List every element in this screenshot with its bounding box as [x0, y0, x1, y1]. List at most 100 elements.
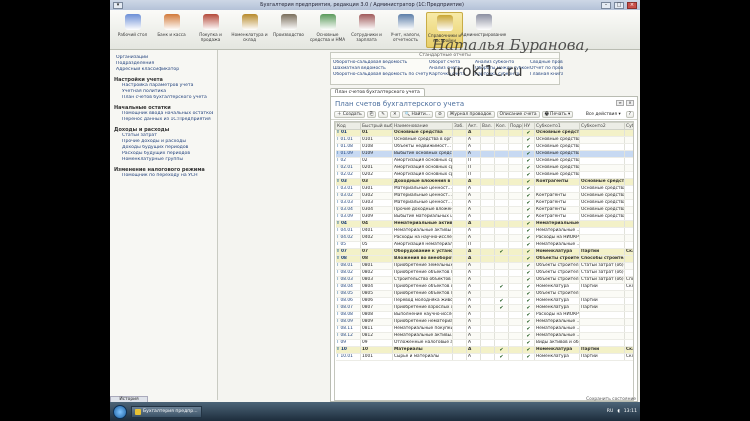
- tax-accounting-cell-check-icon: ✔: [522, 157, 535, 165]
- table-row[interactable]: T 04 04 Нематериальные активы А ✔ Нематериаль…: [335, 220, 633, 228]
- table-row[interactable]: T 08.01 0801 Приобретение земельных ... А ✔ О…: [335, 262, 633, 270]
- account-code-text: 04.02: [340, 235, 353, 240]
- delete-icon[interactable]: ✕: [389, 111, 400, 118]
- column-header[interactable]: Субконто1: [534, 122, 580, 130]
- table-row[interactable]: T 08.12 0812 Нематериальные активы... А ✔ Нем…: [335, 332, 633, 340]
- table-row[interactable]: T 1010МатериалыА✔✔НоменклатураПартииСкла…: [335, 346, 633, 354]
- all-actions-button[interactable]: Все действия ▾: [583, 111, 624, 118]
- table-row[interactable]: T 01 01 Основные средства А ✔ Основные средст…: [335, 129, 633, 137]
- section-button[interactable]: Банк и касса: [153, 12, 190, 48]
- section-icon: [280, 14, 297, 30]
- table-row[interactable]: T 03.03 0303 Материальные ценност... А ✔ Конт…: [335, 199, 633, 207]
- table-row[interactable]: T 03.040304Прочие доходные вложени... А ✔К…: [335, 206, 633, 214]
- section-button[interactable]: Учет, налоги, отчетность: [387, 12, 424, 48]
- table-row[interactable]: T 10.01 1001 Сырье и материалы А ✔ ✔ Номенклат…: [335, 353, 633, 361]
- table-row[interactable]: T 04.02 0402 Расходы на научно-иссле... А ✔ Р…: [335, 234, 633, 242]
- table-row[interactable]: T 01.01 0101 Основные средства в орг... А ✔ О…: [335, 136, 633, 144]
- column-header[interactable]: Вал.: [480, 122, 495, 130]
- column-header[interactable]: Субконто3: [624, 122, 633, 130]
- journal-button[interactable]: Журнал проводок: [446, 111, 495, 118]
- table-row[interactable]: T 0505Амортизация нематериальн...П✔Немат…: [335, 241, 633, 249]
- minimize-icon[interactable]: –: [601, 1, 611, 9]
- tab-chart-of-accounts[interactable]: План счетов бухгалтерского учета: [330, 88, 425, 96]
- nav-link[interactable]: План счетов бухгалтерского учета: [114, 95, 213, 101]
- section-button[interactable]: Номенклатура и склад: [231, 12, 268, 48]
- cancel-search-icon[interactable]: ⊘: [434, 111, 445, 118]
- tax-accounting-cell-check-icon: ✔: [522, 346, 535, 354]
- column-header[interactable]: Кол.: [494, 122, 509, 130]
- table-row[interactable]: T 08.03 0803 Строительство объектов ... А ✔ О…: [335, 276, 633, 284]
- table-row[interactable]: T 08.05 0805 Приобретение объектов п... А ✔ О…: [335, 290, 633, 298]
- report-link[interactable]: Оборотно-сальдовая ведомость по счету: [333, 72, 429, 78]
- volume-icon[interactable]: ◖: [617, 409, 619, 414]
- nav-link[interactable]: Адресный классификатор: [114, 67, 213, 73]
- column-header[interactable]: Наименование: [392, 122, 453, 130]
- tax-accounting-cell-check-icon: ✔: [522, 220, 535, 228]
- table-row[interactable]: T 02.01 0201 Амортизация основных ср... П ✔ О…: [335, 164, 633, 172]
- quantity-cell: [494, 332, 509, 340]
- print-button[interactable]: 🖶 Печать ▾: [541, 111, 574, 118]
- account-name: Выбытие материальных ц...: [392, 213, 453, 221]
- app-menu-icon[interactable]: ▾: [113, 1, 123, 9]
- start-button[interactable]: [113, 404, 127, 419]
- quick-select: 0201: [360, 164, 393, 172]
- section-button[interactable]: Рабочий стол: [114, 12, 151, 48]
- section-button[interactable]: Основные средства и НМА: [309, 12, 346, 48]
- table-row[interactable]: T 08.060806Перевод молодняка живот... А ✔ ✔…: [335, 297, 633, 305]
- table-row[interactable]: T 04.01 0401 Нематериальные активы А ✔ Немате…: [335, 227, 633, 235]
- taskbar-item-1c[interactable]: Бухгалтерия предпр...: [131, 405, 202, 418]
- edit-icon[interactable]: ✎: [378, 111, 388, 118]
- table-row[interactable]: T 08.08 0808 Выполнение научно-иссле... А ✔ Р…: [335, 311, 633, 319]
- link-icon[interactable]: ∞: [616, 100, 624, 106]
- table-row[interactable]: T 08.11 0811 Нематериальные покупки... А ✔ Не…: [335, 325, 633, 333]
- table-row[interactable]: T 09 09 Отложенные налоговые а... А ✔ Виды ак…: [335, 339, 633, 347]
- off-balance-cell: [452, 178, 467, 186]
- account-type: А: [466, 339, 481, 347]
- table-row[interactable]: T 0808Вложения во внеоборотн...А✔Объекты…: [335, 255, 633, 263]
- column-header[interactable]: Код: [335, 122, 361, 130]
- table-row[interactable]: T 01.09 0109 Выбытие основных средст... А ✔ О…: [335, 150, 633, 158]
- table-row[interactable]: T 03.09 0309 Выбытие материальных ц... А ✔ Ко…: [335, 213, 633, 221]
- table-row[interactable]: T 03.01 0301 Материальные ценност... А ✔ Осно…: [335, 185, 633, 193]
- subdivision-cell: [508, 283, 523, 291]
- table-row[interactable]: T 01.08 0108 Объекты недвижимост... А ✔ Основ…: [335, 143, 633, 151]
- maximize-icon[interactable]: □: [614, 1, 624, 9]
- form-close-icon[interactable]: ×: [626, 100, 634, 106]
- subdivision-cell: [508, 227, 523, 235]
- nav-link[interactable]: Номенклатурные группы: [114, 157, 213, 163]
- table-row[interactable]: T 08.04 0804 Приобретение объектов о... А ✔ ✔…: [335, 283, 634, 291]
- standard-reports-list: Оборотно-сальдовая ведомость Оборот счета…: [331, 59, 563, 79]
- section-button[interactable]: Производство: [270, 12, 307, 48]
- clock[interactable]: 13:11: [624, 409, 637, 414]
- description-button[interactable]: Описание счета: [496, 111, 540, 118]
- subdivision-cell: [508, 304, 523, 312]
- close-icon[interactable]: ×: [627, 1, 637, 9]
- table-row[interactable]: T 0303Доходные вложения в м...А✔Контраге…: [335, 178, 633, 186]
- language-indicator[interactable]: RU: [607, 409, 614, 414]
- column-header[interactable]: НУ: [522, 122, 535, 130]
- table-row[interactable]: T 03.02 0302 Материальные ценност... А ✔ Конт…: [335, 192, 633, 200]
- column-header[interactable]: Быстрый выбор: [360, 122, 393, 130]
- table-row[interactable]: T 02 02 Амортизация основных ср... П ✔ Основн…: [335, 157, 633, 165]
- nav-link[interactable]: Помощник по переходу на УСН: [114, 173, 213, 179]
- column-header[interactable]: Заб.: [452, 122, 467, 130]
- report-link[interactable]: Главная книга: [530, 72, 563, 78]
- table-row[interactable]: T 08.02 0802 Приобретение объектов п... А ✔ О…: [335, 269, 633, 277]
- copy-icon[interactable]: ⎘: [366, 111, 377, 118]
- create-button[interactable]: ＋ Создать: [334, 111, 365, 118]
- subconto3: Склады: [624, 283, 634, 291]
- column-header[interactable]: Субконто2: [579, 122, 625, 130]
- help-icon[interactable]: ?: [625, 111, 634, 118]
- column-header[interactable]: Подр.: [508, 122, 523, 130]
- find-button[interactable]: 🔍 Найти...: [401, 111, 433, 118]
- nav-link[interactable]: Перенос данных из 1С:Предприятия 7.7: [114, 117, 213, 123]
- table-row[interactable]: T 02.02 0202 Амортизация основных ср... П ✔ О…: [335, 171, 633, 179]
- table-row[interactable]: T 08.07 0807 Приобретение взрослых ж... А ✔ ✔…: [335, 304, 633, 312]
- subconto1: Виды активов и обя...: [534, 339, 580, 347]
- section-button[interactable]: Покупка и продажа: [192, 12, 229, 48]
- table-row[interactable]: T 0707Оборудование к установкеА✔✔Номенкл…: [335, 248, 633, 256]
- table-row[interactable]: T 08.090809Приобретение нематериал... А ✔Н…: [335, 318, 633, 326]
- column-header[interactable]: Акт.: [466, 122, 481, 130]
- section-button[interactable]: Сотрудники и зарплата: [348, 12, 385, 48]
- quick-select: 0808: [360, 311, 393, 319]
